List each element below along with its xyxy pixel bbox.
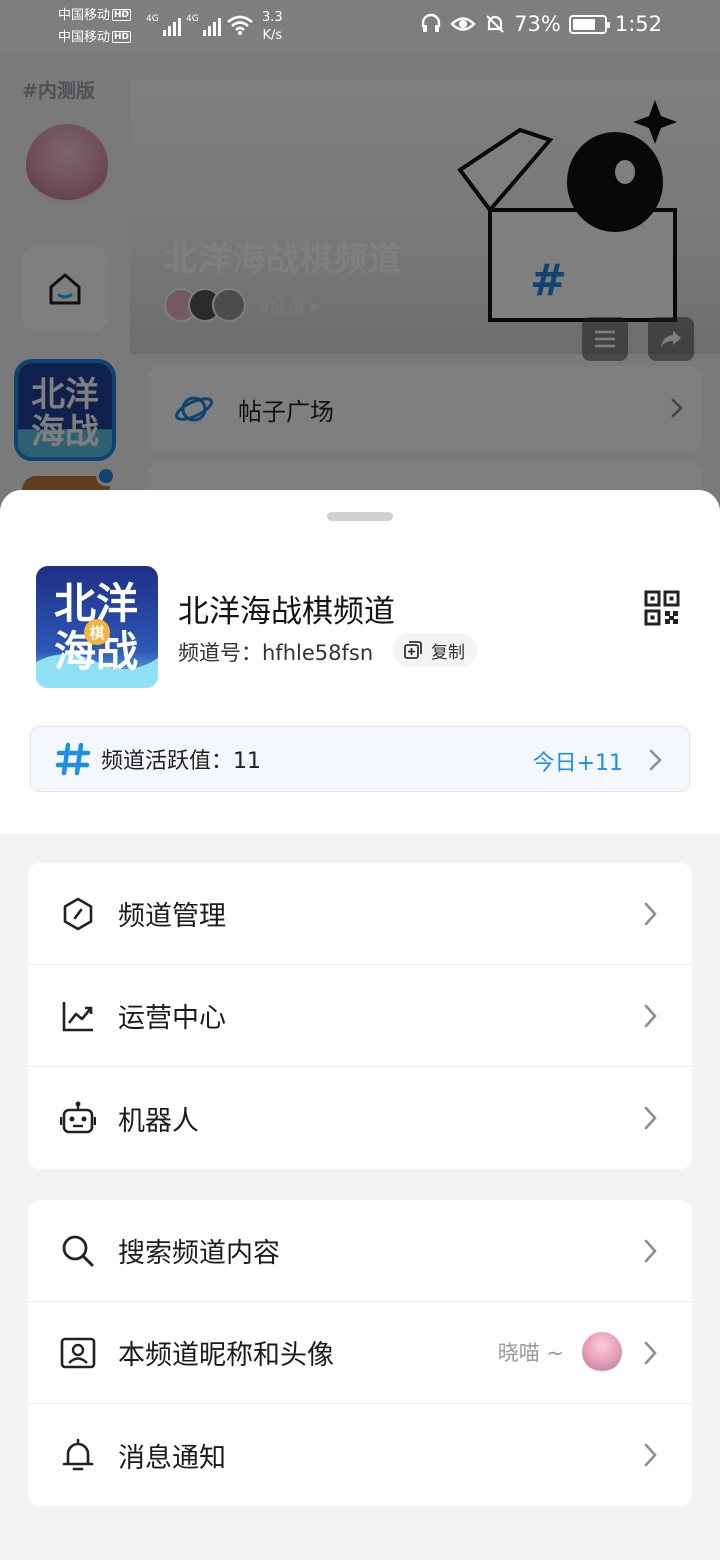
channel-header-card: 北洋 海战 棋 北洋海战棋频道 频道号：hfhle58fsn 复制 频道活跃值：… xyxy=(0,490,720,834)
drag-handle[interactable] xyxy=(327,512,393,521)
battery-icon xyxy=(568,14,610,34)
network-speed: 3.3 K/s xyxy=(262,10,283,43)
channel-id: 频道号：hfhle58fsn xyxy=(178,641,374,665)
channel-nickname: 晓喵 ~ xyxy=(497,1341,564,1365)
chart-icon xyxy=(60,998,96,1034)
channel-avatar xyxy=(582,1332,622,1372)
search-channel-content-row[interactable]: 搜索频道内容 xyxy=(28,1200,692,1302)
robot-row[interactable]: 机器人 xyxy=(28,1067,692,1169)
copy-label: 复制 xyxy=(431,642,465,663)
hashtag-icon xyxy=(55,742,91,776)
nickname-avatar-row[interactable]: 本频道昵称和头像 晓喵 ~ xyxy=(28,1302,692,1404)
chevron-right-icon xyxy=(644,1341,657,1365)
row-label: 消息通知 xyxy=(118,1442,226,1474)
activity-bar[interactable]: 频道活跃值：11 今日+11 xyxy=(30,726,690,792)
headset-icon xyxy=(421,13,441,32)
svg-text:棋: 棋 xyxy=(89,624,104,642)
battery-percent: 73% xyxy=(514,12,561,36)
signal-icon: 4G xyxy=(146,14,181,36)
chevron-right-icon xyxy=(644,1443,657,1467)
row-label: 频道管理 xyxy=(118,901,226,932)
clock: 1:52 xyxy=(614,12,662,36)
row-label: 机器人 xyxy=(118,1105,199,1137)
carrier-2: 中国移动 HD xyxy=(58,30,132,45)
channel-management-row[interactable]: 频道管理 xyxy=(28,863,692,965)
channel-name: 北洋海战棋频道 xyxy=(178,594,395,630)
settings-group-2: 搜索频道内容 本频道昵称和头像 晓喵 ~ 消息通知 xyxy=(28,1200,692,1506)
wifi-icon xyxy=(227,15,253,35)
copy-icon xyxy=(404,641,422,659)
copy-id-button[interactable]: 复制 xyxy=(393,633,477,667)
signal-icon: 4G xyxy=(186,14,221,36)
activity-label: 频道活跃值：11 xyxy=(101,749,261,774)
activity-today: 今日+11 xyxy=(532,751,623,776)
bell-icon xyxy=(60,1437,96,1473)
hexagon-icon xyxy=(60,896,96,932)
chevron-right-icon xyxy=(644,1239,657,1263)
profile-card-icon xyxy=(60,1335,96,1371)
modal-overlay[interactable] xyxy=(0,0,720,520)
search-icon xyxy=(60,1233,96,1269)
carrier-1: 中国移动 HD xyxy=(58,8,132,23)
qr-code-icon[interactable] xyxy=(644,590,680,626)
channel-logo[interactable]: 北洋 海战 棋 xyxy=(36,566,158,688)
mute-bell-icon xyxy=(486,15,504,33)
eye-icon xyxy=(450,17,476,31)
notifications-row[interactable]: 消息通知 xyxy=(28,1404,692,1506)
chevron-right-icon xyxy=(649,749,662,771)
row-label: 本频道昵称和头像 xyxy=(118,1340,334,1371)
row-label: 运营中心 xyxy=(118,1003,226,1034)
channel-info-sheet: 北洋 海战 棋 北洋海战棋频道 频道号：hfhle58fsn 复制 频道活跃值：… xyxy=(0,490,720,1560)
row-label: 搜索频道内容 xyxy=(118,1238,280,1269)
operations-center-row[interactable]: 运营中心 xyxy=(28,965,692,1067)
robot-icon xyxy=(60,1100,96,1136)
status-bar: 中国移动 HD 中国移动 HD 4G 4G 3.3 K/s 73% 1:52 xyxy=(0,0,720,54)
settings-group-1: 频道管理 运营中心 机器人 xyxy=(28,863,692,1169)
chevron-right-icon xyxy=(644,902,657,926)
chevron-right-icon xyxy=(644,1106,657,1130)
chevron-right-icon xyxy=(644,1004,657,1028)
